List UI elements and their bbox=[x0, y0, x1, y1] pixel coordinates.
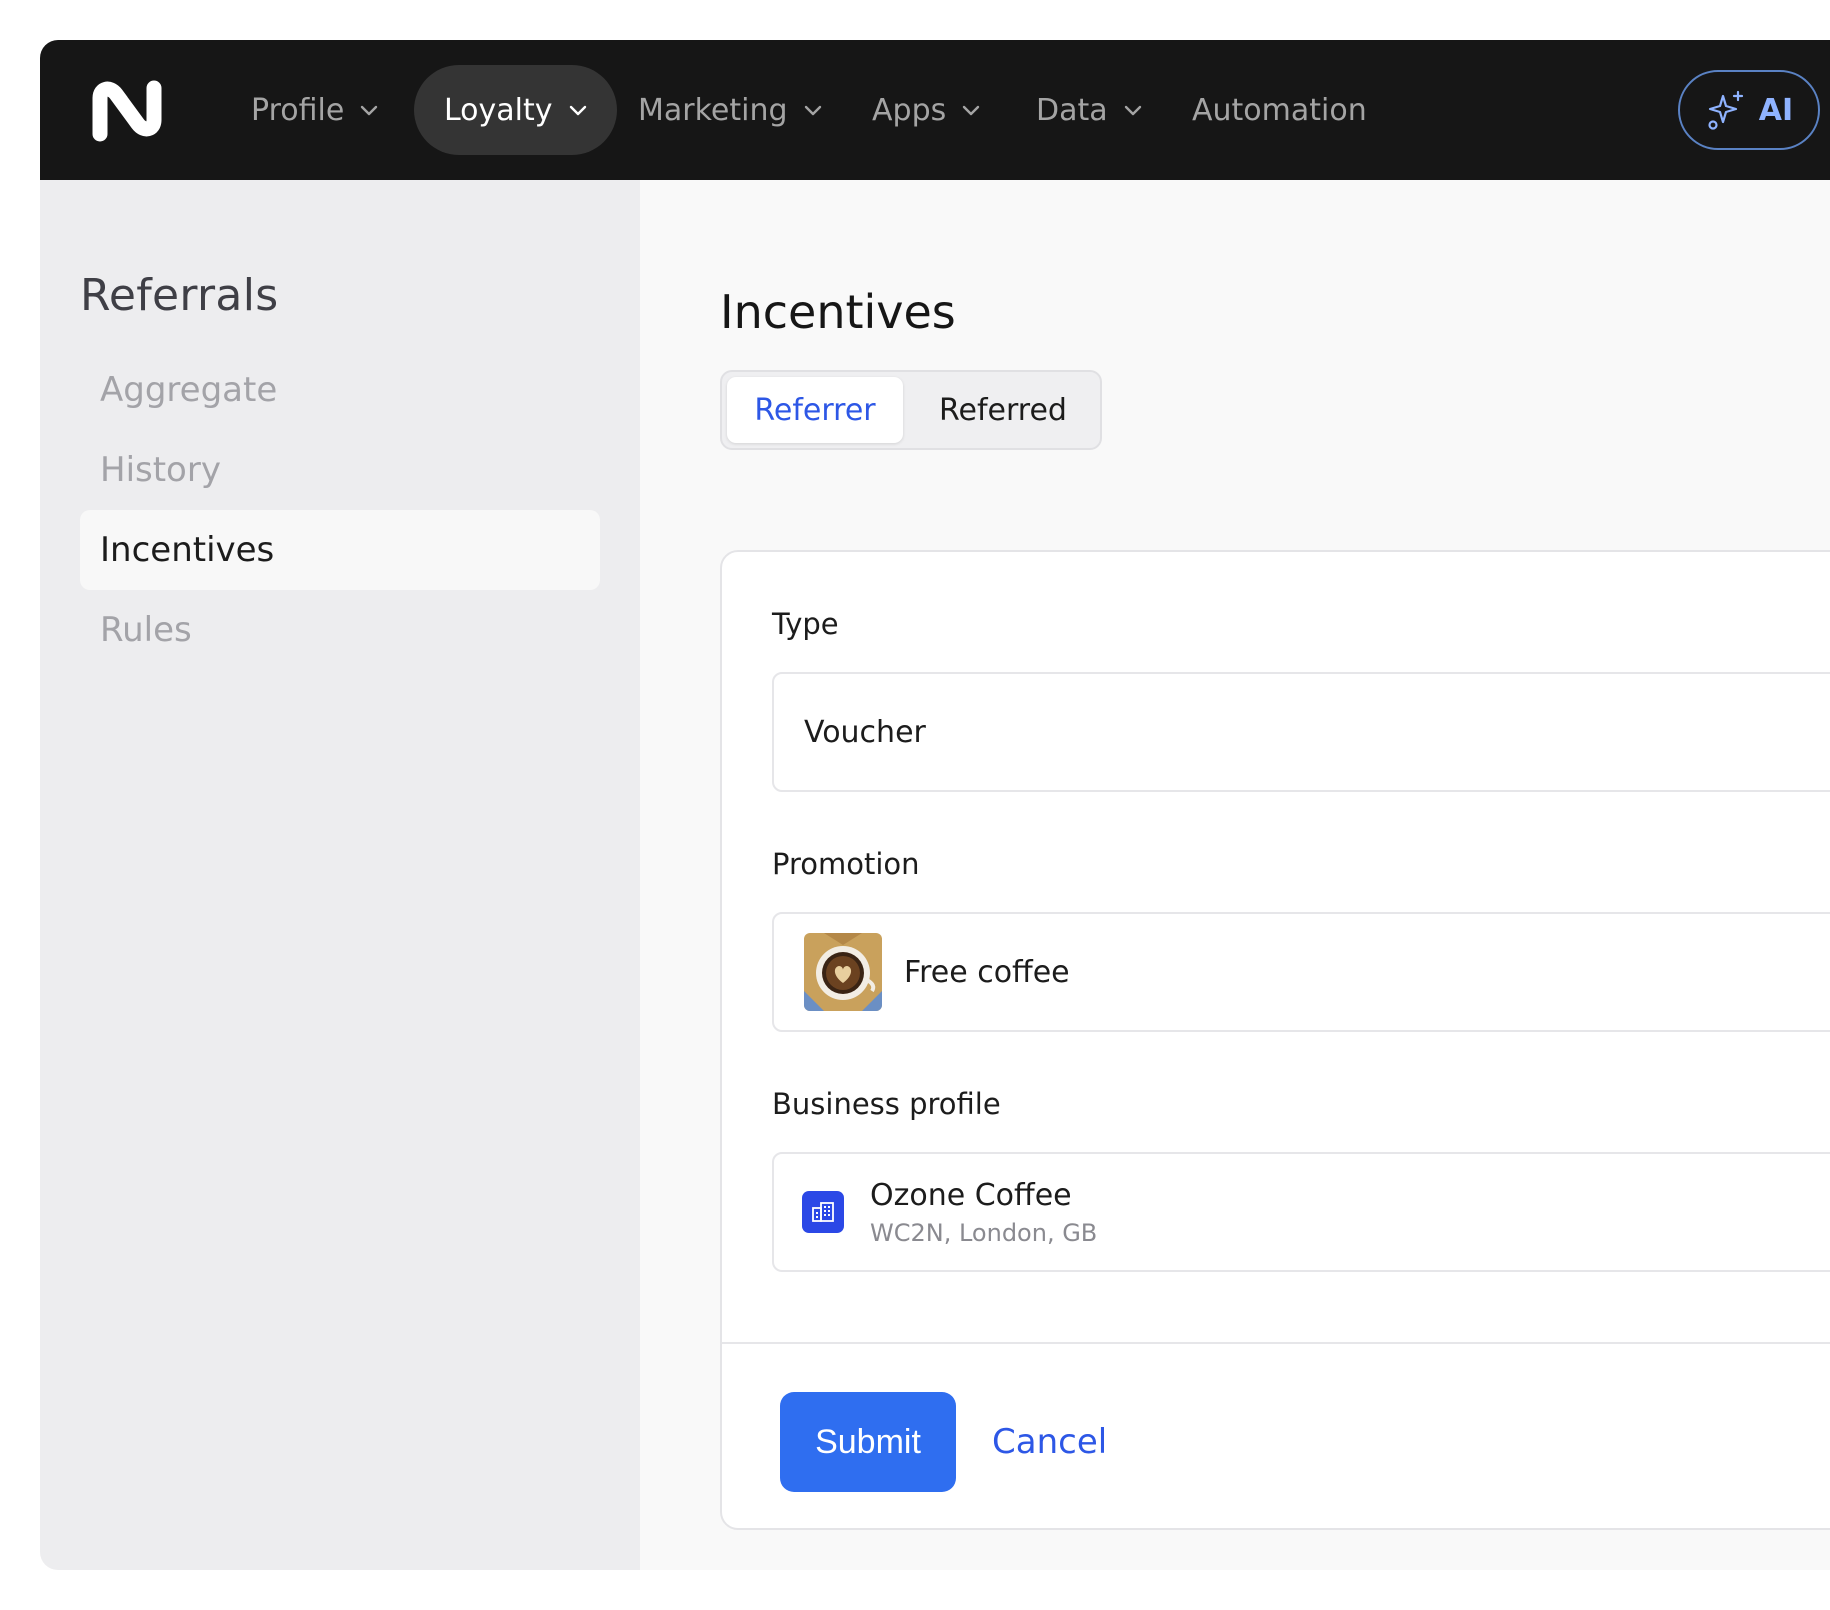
sidebar-item-incentives[interactable]: Incentives bbox=[80, 510, 600, 590]
incentive-tabs: Referrer Referred bbox=[720, 370, 1102, 450]
nav-automation-label: Automation bbox=[1192, 92, 1367, 128]
business-profile-select[interactable]: Ozone Coffee WC2N, London, GB bbox=[772, 1152, 1830, 1272]
building-icon bbox=[802, 1191, 844, 1233]
page-title: Incentives bbox=[720, 285, 956, 339]
type-select[interactable]: Voucher bbox=[772, 672, 1830, 792]
sidebar-item-label: History bbox=[100, 450, 221, 490]
nav-data-label: Data bbox=[1036, 92, 1108, 128]
incentive-form-card: Type Voucher Promotion Free coffee Busin… bbox=[720, 550, 1830, 1530]
sparkles-icon bbox=[1708, 90, 1743, 130]
nav-marketing[interactable]: Marketing bbox=[638, 65, 824, 155]
sidebar-item-label: Incentives bbox=[100, 530, 275, 570]
sidebar-title: Referrals bbox=[80, 270, 279, 321]
sidebar-item-rules[interactable]: Rules bbox=[80, 590, 600, 670]
cancel-button[interactable]: Cancel bbox=[992, 1392, 1107, 1492]
form-divider bbox=[722, 1342, 1830, 1344]
nav-automation[interactable]: Automation bbox=[1192, 65, 1367, 155]
chevron-down-icon bbox=[1124, 105, 1141, 116]
business-address: WC2N, London, GB bbox=[870, 1218, 1098, 1247]
submit-button[interactable]: Submit bbox=[780, 1392, 956, 1492]
top-navigation-bar: Profile Loyalty Marketing Apps Data Auto… bbox=[40, 40, 1830, 180]
chevron-down-icon bbox=[569, 105, 586, 116]
sidebar-item-history[interactable]: History bbox=[80, 430, 600, 510]
promotion-value: Free coffee bbox=[904, 954, 1070, 990]
brand-logo-icon[interactable] bbox=[90, 80, 168, 142]
sidebar-item-aggregate[interactable]: Aggregate bbox=[80, 350, 600, 430]
type-value: Voucher bbox=[804, 714, 926, 750]
ai-button[interactable]: AI bbox=[1678, 70, 1820, 150]
business-name: Ozone Coffee bbox=[870, 1177, 1072, 1213]
chevron-down-icon bbox=[804, 105, 821, 116]
ai-button-label: AI bbox=[1758, 92, 1794, 128]
chevron-down-icon bbox=[963, 105, 980, 116]
nav-profile[interactable]: Profile bbox=[251, 65, 380, 155]
nav-loyalty-label: Loyalty bbox=[444, 92, 553, 128]
main-content: Incentives Referrer Referred Type Vouche… bbox=[640, 180, 1830, 1570]
business-profile-details: Ozone Coffee WC2N, London, GB bbox=[870, 1178, 1097, 1247]
business-profile-label: Business profile bbox=[772, 1087, 1001, 1121]
nav-apps-label: Apps bbox=[872, 92, 947, 128]
coffee-cup-image bbox=[804, 933, 882, 1011]
app-window: Profile Loyalty Marketing Apps Data Auto… bbox=[40, 40, 1830, 1570]
nav-marketing-label: Marketing bbox=[638, 92, 788, 128]
promotion-label: Promotion bbox=[772, 847, 920, 881]
tab-referred[interactable]: Referred bbox=[908, 377, 1098, 443]
promotion-select[interactable]: Free coffee bbox=[772, 912, 1830, 1032]
sidebar: Referrals Aggregate History Incentives R… bbox=[40, 180, 640, 1570]
nav-data[interactable]: Data bbox=[1036, 65, 1144, 155]
nav-profile-label: Profile bbox=[251, 92, 345, 128]
sidebar-item-label: Rules bbox=[100, 610, 192, 650]
chevron-down-icon bbox=[361, 105, 378, 116]
nav-apps[interactable]: Apps bbox=[872, 65, 982, 155]
tab-referrer[interactable]: Referrer bbox=[727, 377, 903, 443]
type-label: Type bbox=[772, 607, 839, 641]
nav-loyalty[interactable]: Loyalty bbox=[414, 65, 617, 155]
sidebar-item-label: Aggregate bbox=[100, 370, 278, 410]
